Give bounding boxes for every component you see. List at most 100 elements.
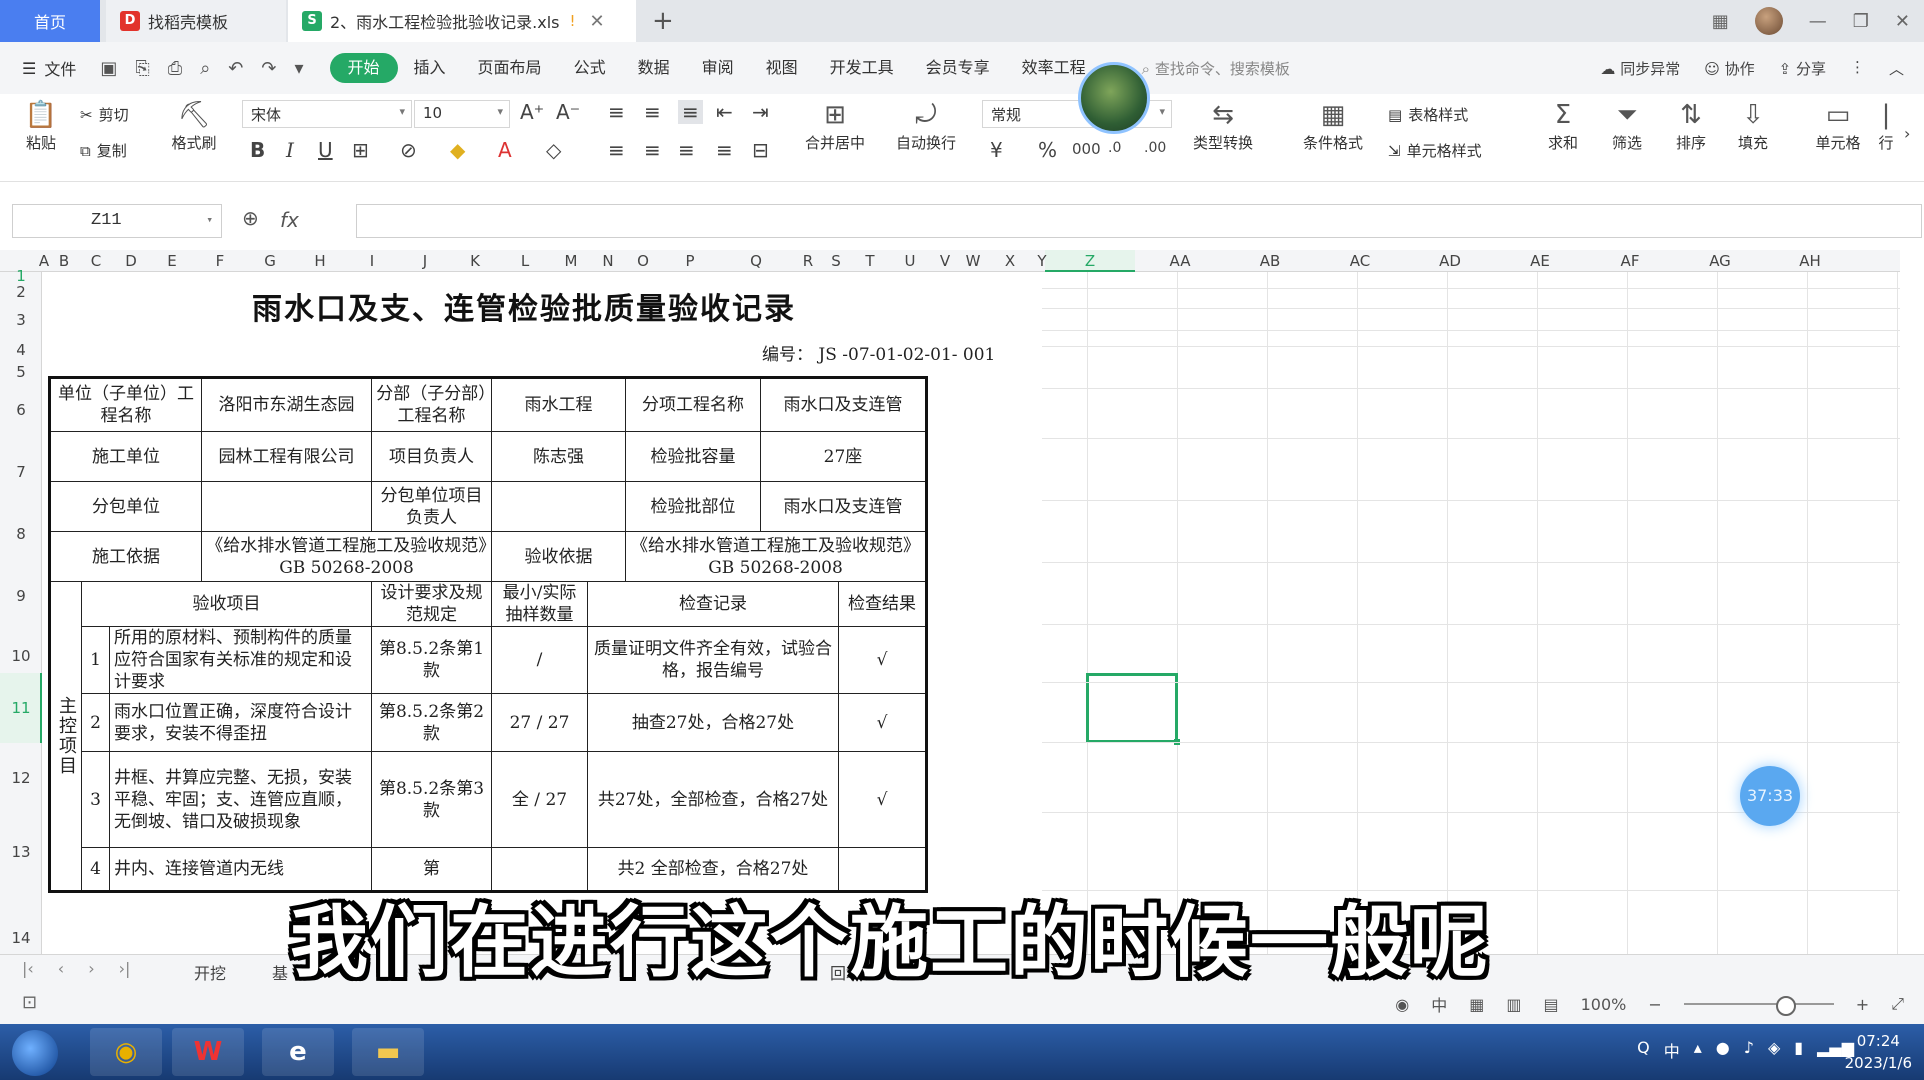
grid-icon[interactable]: ▦	[1712, 11, 1729, 32]
column-header-b[interactable]: B	[59, 252, 69, 270]
column-header-v[interactable]: V	[940, 252, 950, 270]
zoom-formula-icon[interactable]: ⊕	[242, 206, 259, 230]
row-header-5[interactable]: 5	[0, 363, 42, 381]
column-header-j[interactable]: J	[423, 252, 427, 270]
cell-pm-label[interactable]: 项目负责人	[371, 431, 492, 482]
item-record[interactable]: 质量证明文件齐全有效，试验合格，报告编号	[587, 626, 839, 694]
item-desc[interactable]: 雨水口位置正确，深度符合设计要求，安装不得歪扭	[109, 693, 372, 752]
page-layout-icon[interactable]: ▥	[1506, 995, 1521, 1014]
item-spec[interactable]: 第8.5.2条第1款	[371, 626, 492, 694]
normal-view-icon[interactable]: ▦	[1469, 995, 1484, 1014]
header-record[interactable]: 检查记录	[587, 581, 839, 627]
cell-basis[interactable]: 《给水排水管道工程施工及验收规范》GB 50268-2008	[201, 531, 492, 582]
column-header-u[interactable]: U	[905, 252, 916, 270]
row-header-10[interactable]: 10	[0, 647, 42, 665]
underline-icon[interactable]: U	[318, 138, 333, 162]
cell-main-control-label[interactable]: 主控项目	[49, 581, 82, 892]
cell-subitem[interactable]: 雨水口及支连管	[760, 377, 927, 432]
sheet-tab[interactable]: 基	[272, 960, 288, 984]
kebab-icon[interactable]: ⋮	[1850, 58, 1865, 79]
fill-button[interactable]: ⇩ 填充	[1726, 98, 1780, 153]
first-sheet-icon[interactable]: |‹	[22, 959, 34, 978]
tab-home[interactable]: 首页	[0, 0, 100, 42]
format-painter-button[interactable]: ⛏ 格式刷	[166, 98, 222, 153]
column-header-ag[interactable]: AG	[1709, 252, 1731, 270]
thousands-icon[interactable]: 000	[1072, 140, 1101, 158]
item-desc[interactable]: 所用的原材料、预制构件的质量应符合国家有关标准的规定和设计要求	[109, 626, 372, 694]
column-header-af[interactable]: AF	[1621, 252, 1640, 270]
close-window-icon[interactable]: ✕	[1895, 11, 1910, 32]
zoom-in-icon[interactable]: +	[1856, 995, 1869, 1014]
align-middle-icon[interactable]: ≡	[644, 100, 661, 124]
item-record[interactable]: 抽查27处，合格27处	[587, 693, 839, 752]
table-style-button[interactable]: ▤ 表格样式	[1388, 104, 1468, 125]
next-sheet-icon[interactable]: ›	[88, 959, 94, 978]
increase-font-icon[interactable]: A⁺	[520, 100, 544, 124]
avatar[interactable]	[1754, 7, 1783, 35]
font-size-select[interactable]: 10	[414, 100, 510, 128]
percent-icon[interactable]: %	[1038, 138, 1057, 162]
column-header-ad[interactable]: AD	[1439, 252, 1461, 270]
item-sample[interactable]: 全 / 27	[491, 751, 588, 848]
column-header-s[interactable]: S	[831, 252, 841, 270]
tray-music-icon[interactable]: ♪	[1744, 1038, 1754, 1062]
export-icon[interactable]: ⎘	[135, 58, 149, 79]
menu-item-dev[interactable]: 开发工具	[814, 53, 910, 83]
cut-button[interactable]: ✂ 剪切	[80, 104, 129, 125]
undo-icon[interactable]: ↶	[228, 58, 243, 79]
cell-style-button[interactable]: ⇲ 单元格样式	[1388, 140, 1482, 161]
header-sample[interactable]: 最小/实际抽样数量	[491, 581, 588, 627]
cell-subcontractor-label[interactable]: 分包单位	[49, 481, 202, 532]
tray-app-icon[interactable]: ●	[1716, 1038, 1730, 1062]
row-header-2[interactable]: 2	[0, 283, 42, 301]
increase-decimal-icon[interactable]: .0	[1108, 140, 1121, 156]
column-header-r[interactable]: R	[803, 252, 813, 270]
fx-icon[interactable]: fx	[280, 208, 299, 232]
row-header-4[interactable]: 4	[0, 341, 42, 359]
item-result[interactable]: √	[838, 626, 927, 694]
menu-item-layout[interactable]: 页面布局	[462, 53, 558, 83]
last-sheet-icon[interactable]: ›|	[119, 959, 131, 978]
merge-center-button[interactable]: ⊞ 合并居中	[790, 98, 880, 153]
prev-sheet-icon[interactable]: ‹	[58, 959, 64, 978]
page-break-icon[interactable]: ▤	[1544, 995, 1559, 1014]
preview-icon[interactable]: ⌕	[200, 58, 210, 79]
column-header-i[interactable]: I	[370, 252, 374, 270]
sheet-tab[interactable]: 开挖	[194, 960, 226, 984]
folder-icon[interactable]: ▬	[352, 1028, 424, 1076]
cell-acceptance[interactable]: 《给水排水管道工程施工及验收规范》GB 50268-2008	[625, 531, 927, 582]
sum-button[interactable]: Σ 求和	[1536, 98, 1590, 153]
row-header-7[interactable]: 7	[0, 463, 42, 481]
strikethrough-icon[interactable]: ⊘	[400, 138, 417, 162]
item-desc[interactable]: 井框、井算应完整、无损，安装平稳、牢固；支、连管应直顺，无倒坡、错口及破损现象	[109, 751, 372, 848]
item-sample[interactable]: 27 / 27	[491, 693, 588, 752]
clock[interactable]: 07:24 2023/1/6	[1845, 1030, 1912, 1074]
column-header-ae[interactable]: AE	[1530, 252, 1550, 270]
row-header-11[interactable]: 11	[0, 699, 42, 717]
collapse-ribbon-icon[interactable]: ︿	[1889, 58, 1904, 79]
zoom-slider[interactable]	[1683, 996, 1834, 1016]
tray-arrow-icon[interactable]: ▴	[1694, 1038, 1702, 1062]
indent-decrease-icon[interactable]: ⇤	[716, 100, 733, 124]
item-sample[interactable]: /	[491, 626, 588, 694]
formula-input[interactable]	[356, 204, 1922, 238]
align-top-icon[interactable]: ≡	[608, 100, 625, 124]
item-no[interactable]: 1	[81, 626, 110, 694]
paste-button[interactable]: 📋 粘贴	[16, 98, 66, 153]
justify-icon[interactable]: ≡	[716, 138, 733, 162]
item-no[interactable]: 2	[81, 693, 110, 752]
ime-indicator[interactable]: 中	[1431, 992, 1447, 1016]
menu-item-member[interactable]: 会员专享	[910, 53, 1006, 83]
column-header-c[interactable]: C	[91, 252, 101, 270]
timer-badge[interactable]: 37:33	[1740, 766, 1800, 826]
decrease-font-icon[interactable]: A⁻	[556, 100, 580, 124]
cell-location-label[interactable]: 检验批部位	[625, 481, 761, 532]
zoom-out-icon[interactable]: −	[1648, 995, 1661, 1014]
item-result[interactable]: √	[838, 693, 927, 752]
cell-capacity[interactable]: 27座	[760, 431, 927, 482]
column-header-p[interactable]: P	[685, 252, 694, 270]
column-header-aa[interactable]: AA	[1170, 252, 1191, 270]
item-no[interactable]: 3	[81, 751, 110, 848]
menu-item-insert[interactable]: 插入	[398, 53, 462, 83]
fill-color-icon[interactable]: ◆	[450, 138, 465, 162]
